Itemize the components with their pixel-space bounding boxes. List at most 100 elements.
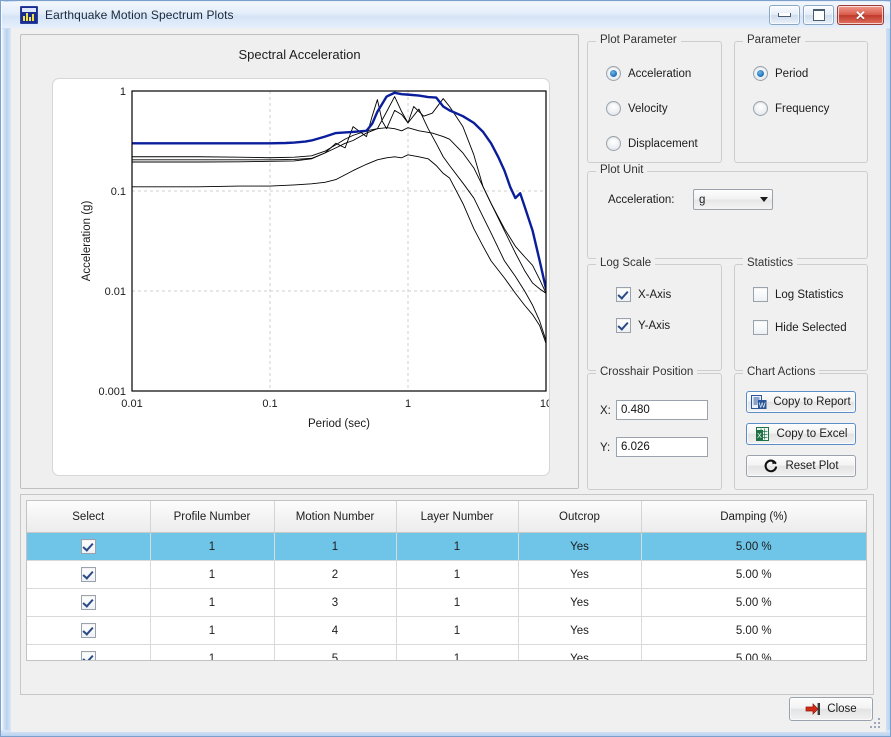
- svg-text:1: 1: [120, 86, 126, 98]
- checkbox-y-axis[interactable]: Y-Axis: [616, 318, 670, 333]
- radio-acceleration[interactable]: Acceleration: [606, 66, 691, 81]
- cell-motion-number[interactable]: 2: [274, 560, 397, 589]
- cell-profile-number[interactable]: 1: [150, 644, 275, 660]
- cell-damping[interactable]: 5.00 %: [641, 588, 866, 617]
- svg-text:Acceleration (g): Acceleration (g): [81, 201, 93, 282]
- checkbox-hide-selected[interactable]: Hide Selected: [753, 320, 847, 335]
- motions-grid[interactable]: Select Profile Number Motion Number Laye…: [26, 500, 867, 661]
- acceleration-unit-label: Acceleration:: [608, 194, 675, 206]
- window-title: Earthquake Motion Spectrum Plots: [45, 8, 234, 22]
- crosshair-x-label: X:: [600, 405, 611, 417]
- column-header-motion-number[interactable]: Motion Number: [274, 501, 397, 533]
- radio-frequency[interactable]: Frequency: [753, 101, 829, 116]
- svg-text:0.001: 0.001: [98, 386, 126, 398]
- app-spectrum-icon: [20, 6, 38, 24]
- cell-outcrop[interactable]: Yes: [518, 588, 642, 617]
- row-select-cell[interactable]: [27, 532, 151, 561]
- maximize-button[interactable]: [803, 5, 834, 25]
- red-arrow-exit-icon: [805, 701, 821, 717]
- crosshair-x-input[interactable]: [616, 400, 708, 420]
- cell-motion-number[interactable]: 5: [274, 644, 397, 660]
- svg-text:0.1: 0.1: [111, 186, 126, 198]
- cell-profile-number[interactable]: 1: [150, 532, 275, 561]
- statistics-legend: Statistics: [743, 257, 798, 269]
- checkbox-icon-hide-selected: [753, 320, 768, 335]
- crosshair-position-group: Crosshair Position X: Y:: [587, 366, 722, 490]
- cell-motion-number[interactable]: 1: [274, 532, 397, 561]
- checkbox-log-statistics[interactable]: Log Statistics: [753, 287, 843, 302]
- cell-outcrop[interactable]: Yes: [518, 644, 642, 660]
- close-window-button[interactable]: ✕: [837, 5, 884, 25]
- excel-sheet-icon: X: [755, 426, 771, 442]
- checkbox-icon-row-select[interactable]: [80, 539, 96, 554]
- cell-motion-number[interactable]: 4: [274, 616, 397, 645]
- column-header-profile-number[interactable]: Profile Number: [150, 501, 275, 533]
- radio-icon-velocity: [606, 101, 621, 116]
- row-select-cell[interactable]: [27, 588, 151, 617]
- chevron-down-icon[interactable]: [755, 190, 772, 209]
- column-header-damping[interactable]: Damping (%): [641, 501, 866, 533]
- cell-outcrop[interactable]: Yes: [518, 560, 642, 589]
- cell-damping[interactable]: 5.00 %: [641, 616, 866, 645]
- cell-layer-number[interactable]: 1: [396, 532, 519, 561]
- window-border-left: [1, 1, 11, 736]
- column-header-outcrop[interactable]: Outcrop: [518, 501, 642, 533]
- radio-velocity[interactable]: Velocity: [606, 101, 668, 116]
- row-select-cell[interactable]: [27, 560, 151, 589]
- motions-table: Select Profile Number Motion Number Laye…: [27, 501, 866, 660]
- table-row[interactable]: 1 4 1 Yes 5.00 %: [27, 616, 866, 645]
- checkbox-icon-row-select[interactable]: [80, 651, 96, 660]
- radio-label-displacement: Displacement: [628, 137, 698, 150]
- radio-icon-acceleration: [606, 66, 621, 81]
- cell-outcrop[interactable]: Yes: [518, 616, 642, 645]
- crosshair-y-input[interactable]: [616, 437, 708, 457]
- table-row[interactable]: 1 1 1 Yes 5.00 %: [27, 532, 866, 561]
- chart-actions-legend: Chart Actions: [743, 366, 820, 378]
- row-select-cell[interactable]: [27, 616, 151, 645]
- checkbox-icon-row-select[interactable]: [80, 595, 96, 610]
- cell-profile-number[interactable]: 1: [150, 616, 275, 645]
- checkbox-x-axis[interactable]: X-Axis: [616, 287, 671, 302]
- cell-damping[interactable]: 5.00 %: [641, 560, 866, 589]
- plot-area[interactable]: 0.010.11100.0010.010.11Period (sec)Accel…: [52, 78, 550, 476]
- radio-icon-displacement: [606, 136, 621, 151]
- copy-to-excel-button[interactable]: X Copy to Excel: [746, 423, 856, 445]
- title-bar[interactable]: Earthquake Motion Spectrum Plots ✕: [2, 2, 890, 29]
- copy-to-report-button[interactable]: W Copy to Report: [746, 391, 856, 413]
- minimize-button[interactable]: [769, 5, 800, 25]
- close-button[interactable]: Close: [789, 697, 873, 721]
- cell-outcrop[interactable]: Yes: [518, 532, 642, 561]
- radio-period[interactable]: Period: [753, 66, 808, 81]
- chart-actions-group: Chart Actions W Copy to Report X Copy to…: [734, 366, 868, 490]
- resize-grip[interactable]: [868, 716, 882, 730]
- cell-layer-number[interactable]: 1: [396, 616, 519, 645]
- close-button-label: Close: [827, 703, 857, 715]
- cell-profile-number[interactable]: 1: [150, 588, 275, 617]
- svg-text:0.1: 0.1: [262, 398, 277, 410]
- table-row[interactable]: 1 2 1 Yes 5.00 %: [27, 560, 866, 589]
- radio-label-acceleration: Acceleration: [628, 67, 692, 80]
- column-header-layer-number[interactable]: Layer Number: [396, 501, 519, 533]
- table-row[interactable]: 1 5 1 Yes 5.00 %: [27, 644, 866, 660]
- table-header-row: Select Profile Number Motion Number Laye…: [27, 501, 866, 533]
- cell-profile-number[interactable]: 1: [150, 560, 275, 589]
- row-select-cell[interactable]: [27, 644, 151, 660]
- chart-title: Spectral Acceleration: [238, 47, 361, 62]
- cell-damping[interactable]: 5.00 %: [641, 532, 866, 561]
- table-row[interactable]: 1 3 1 Yes 5.00 %: [27, 588, 866, 617]
- cell-motion-number[interactable]: 3: [274, 588, 397, 617]
- checkbox-icon-row-select[interactable]: [80, 567, 96, 582]
- checkbox-label-x-axis: X-Axis: [638, 288, 672, 301]
- cell-layer-number[interactable]: 1: [396, 560, 519, 589]
- log-scale-group: Log Scale X-Axis Y-Axis: [587, 257, 722, 371]
- reset-plot-button[interactable]: Reset Plot: [746, 455, 856, 477]
- checkbox-label-y-axis: Y-Axis: [638, 319, 671, 332]
- cell-layer-number[interactable]: 1: [396, 588, 519, 617]
- acceleration-unit-value: g: [699, 193, 706, 206]
- column-header-select[interactable]: Select: [27, 501, 151, 533]
- cell-damping[interactable]: 5.00 %: [641, 644, 866, 660]
- radio-displacement[interactable]: Displacement: [606, 136, 698, 151]
- cell-layer-number[interactable]: 1: [396, 644, 519, 660]
- checkbox-icon-row-select[interactable]: [80, 623, 96, 638]
- acceleration-unit-select[interactable]: g: [693, 189, 773, 210]
